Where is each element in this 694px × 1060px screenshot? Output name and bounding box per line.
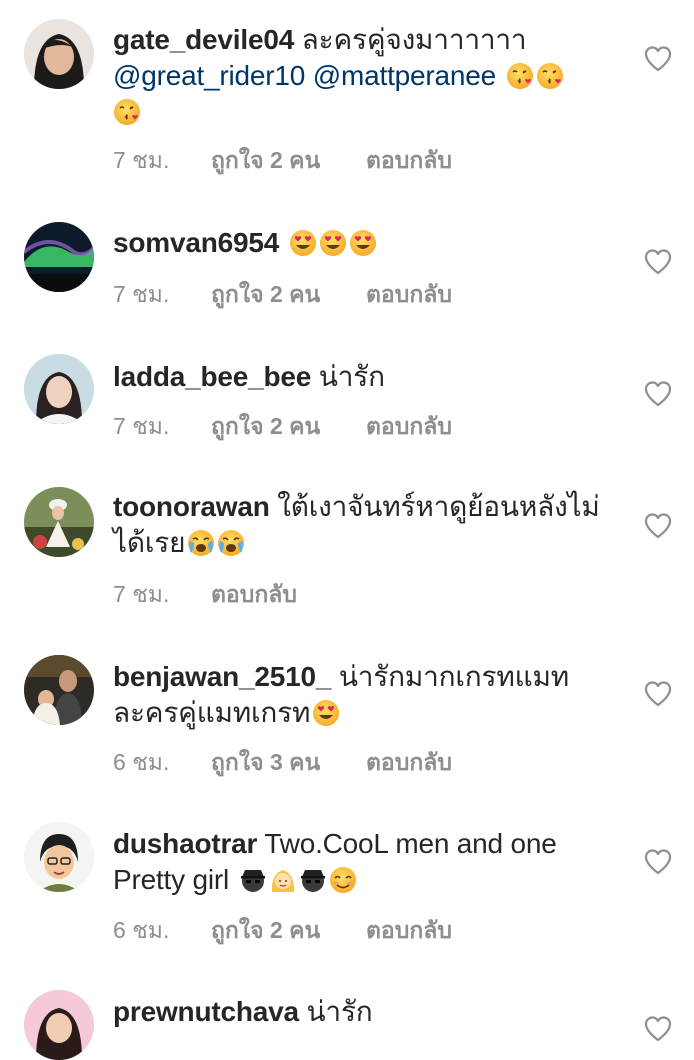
comment-meta: 6 ชม. ถูกใจ 2 คน ตอบกลับ — [113, 913, 452, 949]
comment-text: benjawan_2510_ น่ารักมากเกรทแมท ละครคู่แ… — [113, 659, 618, 731]
comment-meta: 6 ชม. ถูกใจ 3 คน ตอบกลับ — [113, 745, 452, 781]
comment-message: น่ารัก — [318, 361, 385, 392]
kissing-heart-emoji-icon — [505, 62, 534, 90]
comment-text: ladda_bee_bee น่ารัก — [113, 359, 618, 395]
comment-time: 7 ชม. — [113, 281, 170, 307]
heart-outline-icon[interactable] — [644, 46, 672, 72]
reply-button[interactable]: ตอบกลับ — [366, 913, 452, 949]
comment-message: น่ารัก — [306, 996, 373, 1027]
comment-message: ละครคู่จงมาาาาาา — [301, 24, 527, 55]
reply-button[interactable]: ตอบกลับ — [366, 277, 452, 313]
heart-eyes-emoji-icon — [289, 230, 316, 256]
avatar[interactable] — [24, 487, 94, 557]
comment-meta: 7 ชม. ถูกใจ 2 คน ตอบกลับ — [113, 143, 452, 179]
avatar[interactable] — [24, 655, 94, 725]
like-count-link[interactable]: ถูกใจ 2 คน — [211, 913, 366, 949]
comment-meta: 7 ชม. ตอบกลับ — [113, 577, 297, 613]
heart-outline-icon[interactable] — [644, 381, 672, 407]
spy-emoji-icon — [300, 870, 325, 892]
avatar[interactable] — [24, 354, 94, 424]
reply-button[interactable]: ตอบกลับ — [211, 577, 297, 613]
loudly-crying-emoji-icon — [217, 529, 246, 557]
avatar[interactable] — [24, 222, 94, 292]
username-link[interactable]: somvan6954 — [113, 227, 279, 258]
comment-text: gate_devile04 ละครคู่จงมาาาาาา @great_ri… — [113, 22, 618, 130]
reply-button[interactable]: ตอบกลับ — [366, 143, 452, 179]
reply-button[interactable]: ตอบกลับ — [366, 745, 452, 781]
comment-text: prewnutchava น่ารัก — [113, 994, 618, 1030]
heart-outline-icon[interactable] — [644, 249, 672, 275]
heart-outline-icon[interactable] — [644, 849, 672, 875]
heart-outline-icon[interactable] — [644, 681, 672, 707]
comment-time: 7 ชม. — [113, 147, 170, 173]
smiling-emoji-icon — [328, 866, 357, 894]
comment-meta: 7 ชม. ถูกใจ 2 คน ตอบกลับ — [113, 409, 452, 445]
username-link[interactable]: gate_devile04 — [113, 24, 294, 55]
comment-time: 7 ชม. — [113, 581, 170, 607]
comment-time: 6 ชม. — [113, 917, 170, 943]
like-count-link[interactable]: ถูกใจ 2 คน — [211, 409, 366, 445]
username-link[interactable]: prewnutchava — [113, 996, 299, 1027]
reply-button[interactable]: ตอบกลับ — [366, 409, 452, 445]
avatar[interactable] — [24, 19, 94, 89]
heart-eyes-emoji-icon — [313, 700, 340, 726]
avatar[interactable] — [24, 822, 94, 892]
heart-outline-icon[interactable] — [644, 513, 672, 539]
username-link[interactable]: dushaotrar — [113, 828, 257, 859]
username-link[interactable]: toonorawan — [113, 491, 270, 522]
username-link[interactable]: benjawan_2510_ — [113, 661, 331, 692]
heart-eyes-emoji-icon — [319, 230, 346, 256]
heart-eyes-emoji-icon — [349, 230, 376, 256]
comment-text: toonorawan ใต้เงาจันทร์หาดูย้อนหลังไม่ได… — [113, 489, 618, 561]
like-count-link[interactable]: ถูกใจ 2 คน — [211, 143, 366, 179]
loudly-crying-emoji-icon — [187, 529, 216, 557]
username-link[interactable]: ladda_bee_bee — [113, 361, 311, 392]
comment-meta: 7 ชม. ถูกใจ 2 คน ตอบกลับ — [113, 277, 452, 313]
woman-blonde-emoji-icon — [270, 869, 295, 893]
avatar[interactable] — [24, 990, 94, 1060]
comment-text: dushaotrar Two.CooL men and one Pretty g… — [113, 826, 618, 898]
mention-link[interactable]: @great_rider10 — [113, 60, 305, 91]
kissing-heart-emoji-icon — [113, 98, 141, 126]
like-count-link[interactable]: ถูกใจ 3 คน — [211, 745, 366, 781]
like-count-link[interactable]: ถูกใจ 2 คน — [211, 277, 366, 313]
heart-outline-icon[interactable] — [644, 1016, 672, 1042]
mention-link[interactable]: @mattperanee — [313, 60, 496, 91]
comment-time: 6 ชม. — [113, 749, 170, 775]
kissing-heart-emoji-icon — [535, 62, 564, 90]
comment-text: somvan6954 — [113, 225, 618, 261]
spy-emoji-icon — [240, 870, 265, 892]
comment-time: 7 ชม. — [113, 413, 170, 439]
